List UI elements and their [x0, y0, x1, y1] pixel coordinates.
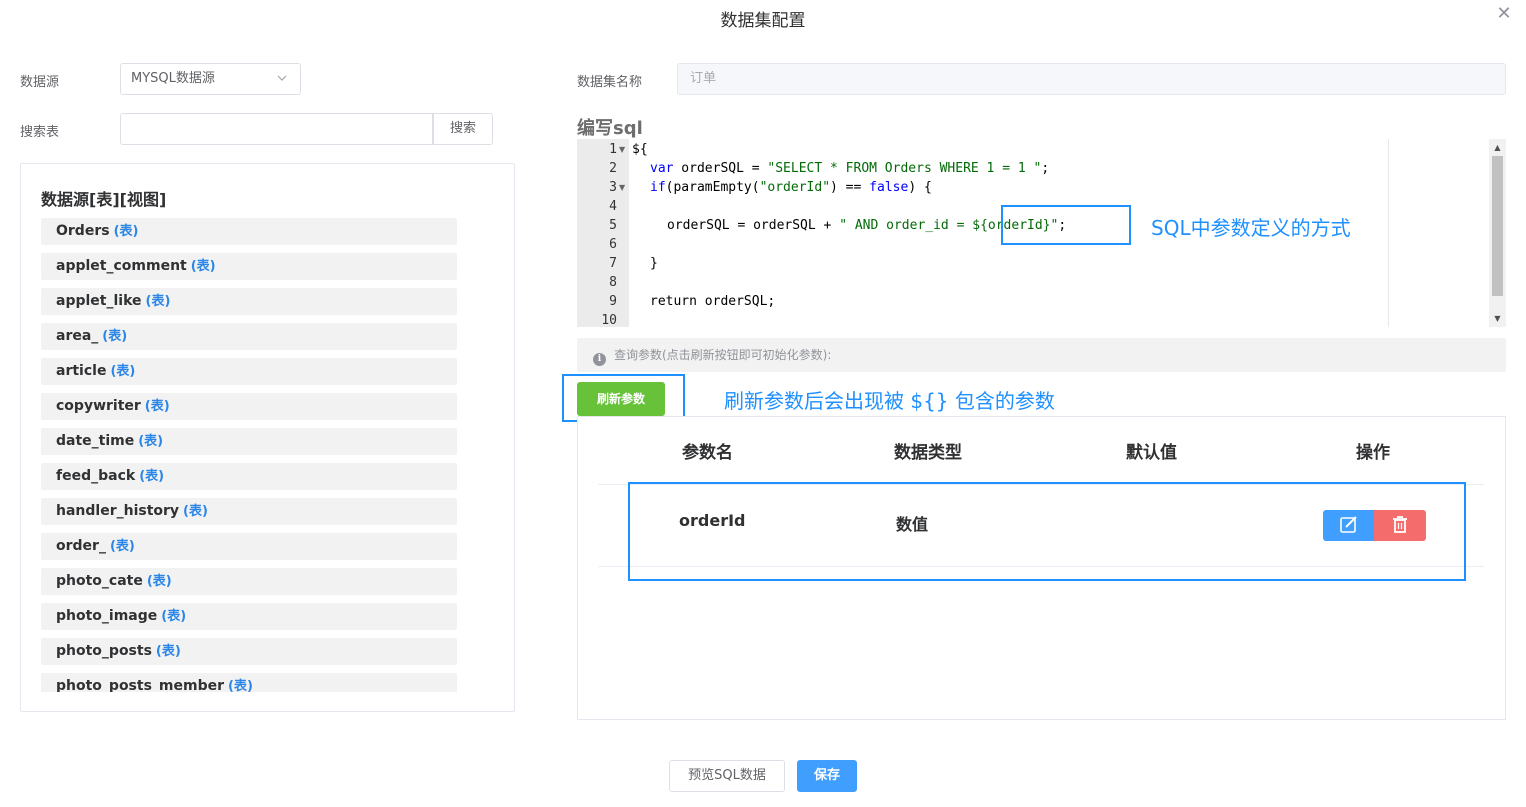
table-name: area_ [56, 328, 99, 344]
line-number: 10 [601, 313, 617, 327]
sql-heading: 编写sql [577, 118, 643, 139]
code-line-1: ${ [632, 142, 648, 157]
datasource-label: 数据源 [20, 75, 60, 90]
table-list-item[interactable]: article (表) [41, 358, 457, 385]
table-type-tag: (表) [155, 644, 181, 659]
save-button[interactable]: 保存 [797, 760, 857, 792]
scroll-up-icon[interactable]: ▲ [1489, 139, 1506, 156]
refresh-params-button[interactable]: 刷新参数 [577, 382, 665, 416]
table-list-item[interactable]: applet_comment (表) [41, 253, 457, 280]
line-number: 8 [609, 275, 617, 290]
table-name: date_time [56, 433, 135, 449]
datasource-select-value: MYSQL数据源 [131, 71, 215, 86]
table-type-tag: (表) [145, 294, 171, 309]
table-type-tag: (表) [113, 224, 139, 239]
table-list-item[interactable]: Orders (表) [41, 218, 457, 245]
dataset-name-label: 数据集名称 [577, 75, 643, 90]
table-type-tag: (表) [183, 504, 208, 519]
table-list-item[interactable]: photo_posts_member (表) [41, 673, 457, 692]
table-name: photo_posts [56, 643, 152, 659]
fold-arrow-icon[interactable]: ▼ [619, 178, 629, 197]
table-list-item[interactable]: area_ (表) [41, 323, 457, 350]
header-param-name: 参数名 [682, 443, 733, 463]
table-name: photo_cate [56, 573, 143, 589]
table-type-tag: (表) [139, 469, 165, 484]
table-name: applet_like [56, 293, 142, 309]
fold-arrow-icon[interactable]: ▼ [619, 140, 629, 159]
search-label: 搜索表 [20, 125, 60, 140]
code-line-7: } [650, 256, 658, 271]
table-list-item[interactable]: date_time (表) [41, 428, 457, 455]
line-number: 4 [609, 199, 617, 214]
table-type-tag: (表) [144, 399, 170, 414]
line-number: 5 [609, 218, 617, 233]
table-tree-panel: 数据源[表][视图] Orders (表) applet_comment (表) app… [20, 163, 515, 712]
chevron-down-icon [276, 64, 288, 105]
header-actions: 操作 [1356, 443, 1390, 463]
table-name: applet_comment [56, 258, 187, 274]
table-name: photo_posts_member [56, 678, 225, 692]
table-type-tag: (表) [102, 329, 128, 344]
table-type-tag: (表) [190, 259, 216, 274]
header-data-type: 数据类型 [894, 443, 962, 463]
info-icon: i [593, 353, 606, 366]
table-list-item[interactable]: applet_like (表) [41, 288, 457, 315]
line-number: 9 [609, 294, 617, 309]
refresh-annotation: 刷新参数后会出现被 ${} 包含的参数 [724, 389, 1055, 413]
editor-scrollbar[interactable]: ▲ ▼ [1489, 139, 1506, 327]
datasource-select[interactable]: MYSQL数据源 [120, 63, 301, 95]
preview-sql-button[interactable]: 预览SQL数据 [669, 760, 785, 792]
params-hint-bar: i 查询参数(点击刷新按钮即可初始化参数): [577, 338, 1506, 372]
table-list[interactable]: Orders (表) applet_comment (表) applet_like (表)… [41, 218, 457, 692]
table-name: article [56, 363, 107, 379]
table-name: order_ [56, 538, 106, 554]
scroll-down-icon[interactable]: ▼ [1489, 310, 1506, 327]
line-number: 3 [609, 180, 617, 195]
table-type-tag: (表) [110, 364, 136, 379]
code-line-9: return orderSQL; [650, 294, 776, 309]
table-name: Orders [56, 223, 110, 239]
table-list-item[interactable]: photo_posts (表) [41, 638, 457, 665]
table-type-tag: (表) [161, 609, 187, 624]
scrollbar-thumb[interactable] [1492, 156, 1503, 296]
editor-gutter: ▼ ▼ 1 2 3 4 5 6 7 8 9 10 [577, 139, 629, 327]
sql-param-annotation: SQL中参数定义的方式 [1151, 216, 1351, 240]
line-number: 1 [609, 142, 617, 157]
table-name: copywriter [56, 398, 141, 414]
table-list-item[interactable]: feed_back (表) [41, 463, 457, 490]
code-line-2: var orderSQL = "SELECT * FROM Orders WHE… [650, 161, 1050, 176]
print-margin [1388, 139, 1389, 327]
search-button[interactable]: 搜索 [433, 113, 493, 145]
line-number: 6 [609, 237, 617, 252]
table-type-tag: (表) [228, 679, 253, 692]
sql-param-highlight-box [1001, 205, 1131, 245]
table-list-item[interactable]: order_ (表) [41, 533, 457, 560]
line-number: 2 [609, 161, 617, 176]
table-type-tag: (表) [138, 434, 164, 449]
tree-heading: 数据源[表][视图] [41, 190, 167, 209]
table-list-item[interactable]: photo_image (表) [41, 603, 457, 630]
close-icon[interactable]: ✕ [1494, 4, 1514, 24]
table-list-item[interactable]: handler_history (表) [41, 498, 457, 525]
table-list-item[interactable]: copywriter (表) [41, 393, 457, 420]
line-number: 7 [609, 256, 617, 271]
header-default-value: 默认值 [1126, 443, 1177, 463]
param-row-highlight-box [628, 482, 1466, 581]
dialog-title: 数据集配置 [720, 11, 806, 31]
table-name: feed_back [56, 468, 136, 484]
code-line-3: if(paramEmpty("orderId") == false) { [650, 180, 932, 195]
table-list-item[interactable]: photo_cate (表) [41, 568, 457, 595]
dataset-name-input[interactable]: 订单 [677, 63, 1506, 95]
search-input[interactable] [120, 113, 433, 145]
params-hint-text: 查询参数(点击刷新按钮即可初始化参数): [614, 348, 832, 362]
table-name: photo_image [56, 608, 158, 624]
table-type-tag: (表) [146, 574, 172, 589]
table-name: handler_history [56, 503, 180, 519]
table-type-tag: (表) [109, 539, 135, 554]
